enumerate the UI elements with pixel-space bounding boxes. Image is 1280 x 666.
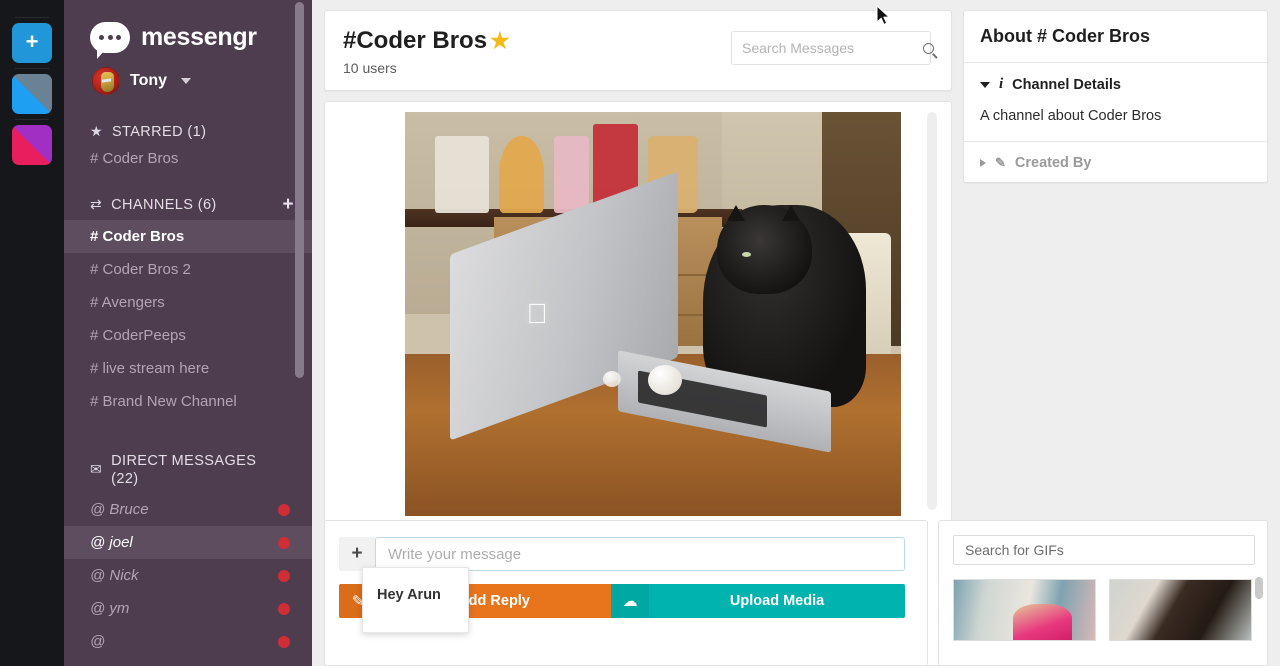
gif-picker-panel — [938, 520, 1268, 666]
sidebar-dm-bruce[interactable]: @ Bruce — [64, 493, 312, 526]
unread-badge — [278, 503, 290, 516]
channel-label: # CoderPeeps — [90, 327, 186, 344]
chevron-down-icon[interactable] — [181, 78, 192, 84]
dm-label: @ joel — [90, 534, 133, 552]
workspace-icon-3[interactable] — [12, 125, 52, 165]
accordion-channel-details[interactable]: i Channel Details — [964, 63, 1267, 104]
upload-media-label: Upload Media — [729, 593, 825, 609]
channels-icon: ⇄ — [90, 196, 103, 212]
channel-label: # Coder Bros — [90, 228, 185, 245]
sidebar-channel-brand-new-channel[interactable]: # Brand New Channel — [64, 385, 312, 418]
sidebar-dm-dave[interactable]: @ Dave — [64, 658, 312, 666]
accordion-label: Channel Details — [1012, 76, 1121, 93]
rail-divider — [15, 68, 49, 69]
starred-item-coder-bros[interactable]: # Coder Bros — [64, 140, 312, 167]
add-workspace-button[interactable]: + — [12, 23, 52, 63]
workspace-icon-2[interactable] — [12, 74, 52, 114]
about-title: About # Coder Bros — [964, 11, 1267, 63]
unread-badge — [278, 569, 290, 582]
unread-badge — [278, 536, 290, 549]
channel-label: # Brand New Channel — [90, 393, 237, 410]
sidebar-dm-unnamed[interactable]: @ — [64, 625, 312, 658]
brand: messengr — [64, 0, 312, 59]
pencil-icon: ✎ — [995, 155, 1006, 170]
channels-label: CHANNELS (6) — [111, 196, 217, 213]
sidebar-channel-live-stream-here[interactable]: # live stream here — [64, 352, 312, 385]
starred-item-label: # Coder Bros — [90, 150, 179, 167]
sidebar-dm-nick[interactable]: @ Nick — [64, 559, 312, 592]
rail-divider — [15, 119, 49, 120]
gif-result-1[interactable] — [953, 579, 1096, 641]
about-panel: About # Coder Bros i Channel Details A c… — [963, 10, 1268, 183]
channel-details-body: A channel about Coder Bros — [964, 104, 1267, 142]
channel-user-count: 10 users — [343, 60, 397, 76]
messages-scrollbar[interactable] — [927, 112, 937, 510]
dm-label: @ ym — [90, 600, 130, 618]
upload-media-button[interactable]: ☁ Upload Media — [611, 584, 905, 618]
composer-input-row: + — [339, 537, 905, 571]
dm-label: @ — [90, 633, 106, 651]
sidebar-channel-coder-bros[interactable]: # Coder Bros — [64, 220, 312, 253]
rail-divider — [15, 17, 49, 18]
message-input[interactable] — [375, 537, 905, 571]
page-title: #Coder Bros ★ — [343, 27, 731, 55]
unread-badge — [278, 635, 290, 648]
gif-results-grid — [953, 579, 1255, 641]
sidebar-scrollbar[interactable] — [295, 2, 304, 378]
sidebar-channel-coder-bros-2[interactable]: # Coder Bros 2 — [64, 253, 312, 286]
dm-label: @ Bruce — [90, 501, 149, 519]
channel-name: #Coder Bros — [343, 27, 488, 54]
composer-row: + ✎ Add Reply ☁ Upload Media Hey Arun — [324, 520, 1280, 666]
gif-result-2[interactable] — [1109, 579, 1252, 641]
current-user-name: Tony — [130, 72, 168, 89]
search-input[interactable] — [742, 40, 923, 56]
workspace-rail: + — [0, 0, 64, 666]
caret-right-icon[interactable] — [980, 159, 986, 167]
unread-badge — [278, 602, 290, 615]
message-attachment-gif[interactable]:  — [405, 112, 901, 516]
sidebar-channel-coderpeeps[interactable]: # CoderPeeps — [64, 319, 312, 352]
info-icon: i — [999, 76, 1004, 92]
sidebar-dm-ym[interactable]: @ ym — [64, 592, 312, 625]
accordion-created-by[interactable]: ✎ Created By — [964, 142, 1267, 182]
chat-bubble-logo-icon — [90, 22, 130, 59]
accordion-label: Created By — [1014, 155, 1092, 171]
sidebar-dm-joel[interactable]: @ joel — [64, 526, 312, 560]
brand-name: messengr — [141, 23, 257, 51]
apple-logo-icon:  — [524, 300, 550, 330]
main-area: #Coder Bros ★ 10 users Search Messages A… — [312, 0, 1280, 666]
channel-label: # Coder Bros 2 — [90, 261, 191, 278]
current-user-menu[interactable]: Tony — [64, 53, 312, 95]
search-messages-box[interactable] — [731, 31, 934, 65]
app-root: + messengr Tony ★ STARRED (1) # Coder Br… — [0, 0, 1280, 666]
sidebar-channel-avengers[interactable]: # Avengers — [64, 286, 312, 319]
cloud-upload-icon: ☁ — [611, 584, 650, 618]
suggestion-dropdown: Hey Arun — [362, 567, 469, 633]
gif-panel-scrollbar[interactable] — [1255, 577, 1263, 599]
star-icon[interactable]: ★ — [490, 30, 510, 52]
channel-header: #Coder Bros ★ 10 users — [324, 10, 952, 91]
suggestion-item-hey-arun[interactable]: Hey Arun — [363, 587, 468, 603]
channel-label: # Avengers — [90, 294, 165, 311]
envelope-icon: ✉ — [90, 461, 103, 478]
avatar — [92, 67, 120, 95]
plus-icon: + — [25, 29, 39, 54]
direct-messages-label: DIRECT MESSAGES (22) — [111, 453, 257, 488]
caret-down-icon[interactable] — [980, 81, 990, 88]
message-composer: + ✎ Add Reply ☁ Upload Media Hey Arun — [324, 520, 928, 666]
direct-messages-section-header: ✉ DIRECT MESSAGES (22) — [64, 452, 312, 488]
channels-section-header: ⇄ CHANNELS (6) + — [64, 195, 312, 214]
gif-search-input[interactable] — [953, 535, 1255, 565]
add-channel-button[interactable]: + — [283, 195, 295, 214]
channel-label: # live stream here — [90, 360, 210, 377]
starred-section-header: ★ STARRED (1) — [64, 123, 312, 140]
search-icon[interactable] — [923, 42, 934, 54]
star-icon: ★ — [90, 123, 103, 139]
plus-icon[interactable]: + — [339, 537, 375, 571]
dm-label: @ Nick — [90, 567, 139, 585]
starred-label: STARRED (1) — [111, 123, 207, 140]
sidebar: messengr Tony ★ STARRED (1) # Coder Bros… — [64, 0, 312, 666]
